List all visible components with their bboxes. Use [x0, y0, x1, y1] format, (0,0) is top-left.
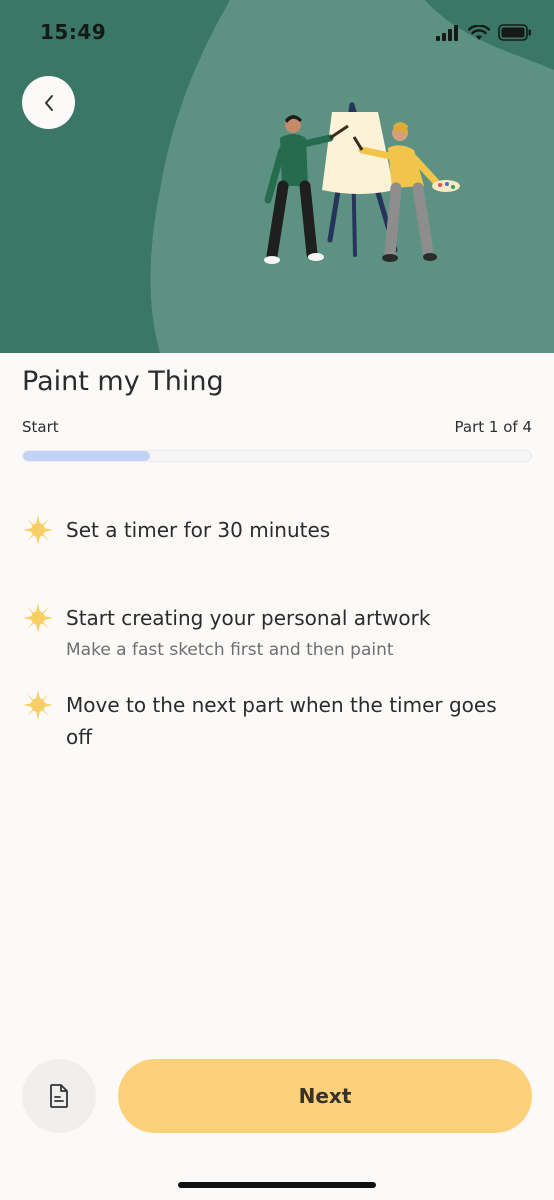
step-subtitle: Make a fast sketch first and then paint: [66, 640, 394, 660]
chevron-left-icon: [44, 94, 53, 111]
document-icon: [50, 1084, 68, 1108]
step-item: Set a timer for 30 minutes: [22, 514, 330, 546]
status-time: 15:49: [40, 20, 107, 44]
progress-labels: Start Part 1 of 4: [22, 418, 532, 436]
two-people-painting-illustration: [264, 102, 460, 264]
step-title: Move to the next part when the timer goe…: [66, 693, 497, 749]
progress-part-label: Part 1 of 4: [454, 418, 532, 436]
step-title: Set a timer for 30 minutes: [66, 518, 331, 542]
sun-bullet-icon: [23, 690, 53, 720]
status-bar: 15:49: [0, 0, 554, 66]
sun-bullet-icon: [23, 515, 53, 545]
progress-start-label: Start: [22, 418, 59, 436]
step-title: Start creating your personal artwork: [66, 606, 431, 630]
document-button[interactable]: [22, 1059, 96, 1133]
page-title: Paint my Thing: [22, 366, 224, 397]
wifi-icon: [468, 24, 490, 40]
battery-icon: [498, 24, 531, 41]
back-button[interactable]: [22, 76, 75, 129]
next-button[interactable]: Next: [118, 1059, 532, 1133]
step-item: Start creating your personal artwork Mak…: [22, 602, 430, 660]
step-item: Move to the next part when the timer goe…: [22, 689, 522, 753]
signal-icon: [436, 24, 458, 41]
hero-header: 15:49: [0, 0, 554, 353]
status-icons: [436, 24, 532, 41]
sun-bullet-icon: [23, 603, 53, 633]
home-indicator: [178, 1182, 376, 1188]
progress-bar: [22, 450, 532, 462]
progress-fill: [23, 451, 150, 461]
